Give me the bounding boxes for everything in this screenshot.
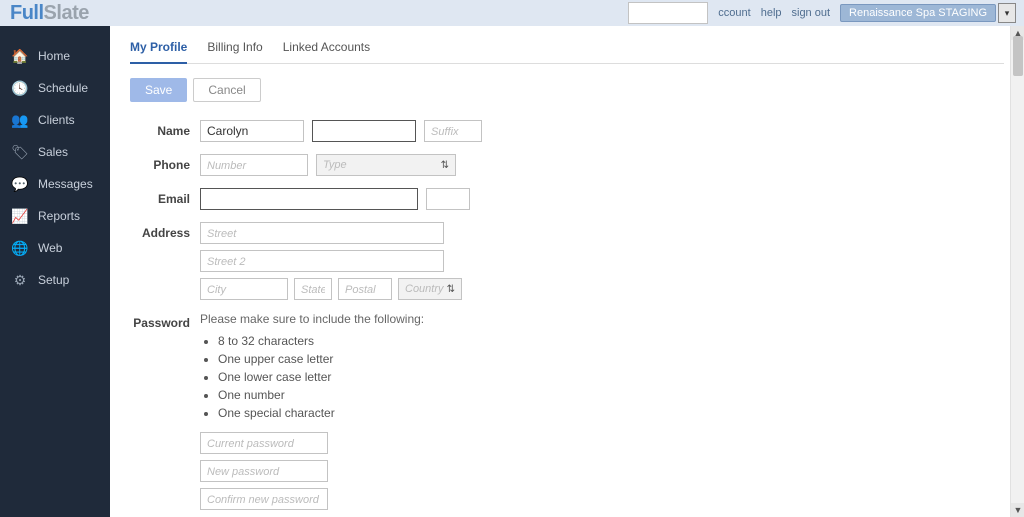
street2-input[interactable] bbox=[200, 250, 444, 272]
sidebar-item-label: Web bbox=[38, 241, 62, 255]
label-address: Address bbox=[130, 226, 190, 240]
sidebar-item-label: Clients bbox=[38, 113, 75, 127]
users-icon: 👥 bbox=[12, 112, 28, 128]
sidebar-item-home[interactable]: 🏠 Home bbox=[0, 40, 110, 72]
chevron-updown-icon: ⇅ bbox=[447, 284, 455, 295]
signout-link[interactable]: sign out bbox=[792, 7, 831, 19]
phone-number-input[interactable] bbox=[200, 154, 308, 176]
label-email: Email bbox=[130, 192, 190, 206]
gear-icon: ⚙ bbox=[12, 272, 28, 288]
phone-type-placeholder: Type bbox=[323, 159, 347, 171]
tabs: My Profile Billing Info Linked Accounts bbox=[130, 36, 1004, 64]
scroll-down-arrow-icon[interactable]: ▼ bbox=[1011, 503, 1024, 517]
password-rule: One upper case letter bbox=[218, 350, 424, 368]
sidebar-item-label: Home bbox=[38, 49, 70, 63]
row-phone: Phone Type ⇅ bbox=[130, 154, 1004, 176]
sidebar-item-label: Schedule bbox=[38, 81, 88, 95]
fields-email bbox=[200, 188, 470, 210]
button-row: Save Cancel bbox=[130, 78, 1004, 102]
password-rule: One special character bbox=[218, 404, 424, 422]
first-name-input[interactable] bbox=[200, 120, 304, 142]
logo-part-a: Full bbox=[10, 2, 44, 24]
confirm-password-input[interactable] bbox=[200, 488, 328, 510]
country-placeholder: Country bbox=[405, 283, 444, 295]
email-input[interactable] bbox=[200, 188, 418, 210]
tab-billing-info[interactable]: Billing Info bbox=[207, 36, 262, 63]
sidebar-item-setup[interactable]: ⚙ Setup bbox=[0, 264, 110, 296]
main-inner: My Profile Billing Info Linked Accounts … bbox=[110, 26, 1024, 517]
cancel-button[interactable]: Cancel bbox=[193, 78, 260, 102]
main: My Profile Billing Info Linked Accounts … bbox=[110, 26, 1024, 517]
tenant-button[interactable]: Renaissance Spa STAGING bbox=[840, 4, 996, 22]
row-email: Email bbox=[130, 188, 1004, 210]
tenant-switcher: Renaissance Spa STAGING ▾ bbox=[840, 3, 1016, 23]
home-icon: 🏠 bbox=[12, 48, 28, 64]
suffix-input[interactable] bbox=[424, 120, 482, 142]
scroll-thumb[interactable] bbox=[1013, 36, 1023, 76]
state-input[interactable] bbox=[294, 278, 332, 300]
sidebar-item-label: Reports bbox=[38, 209, 80, 223]
clock-icon: 🕓 bbox=[12, 80, 28, 96]
postal-input[interactable] bbox=[338, 278, 392, 300]
label-name: Name bbox=[130, 124, 190, 138]
logo: FullSlate bbox=[10, 2, 89, 25]
sidebar-item-label: Sales bbox=[38, 145, 68, 159]
password-help-text: Please make sure to include the followin… bbox=[200, 312, 424, 326]
sidebar-item-label: Setup bbox=[38, 273, 69, 287]
sidebar-item-schedule[interactable]: 🕓 Schedule bbox=[0, 72, 110, 104]
new-password-input[interactable] bbox=[200, 460, 328, 482]
password-rule: One number bbox=[218, 386, 424, 404]
street1-input[interactable] bbox=[200, 222, 444, 244]
password-fields bbox=[200, 432, 424, 510]
chat-icon: 💬 bbox=[12, 176, 28, 192]
sidebar-item-label: Messages bbox=[38, 177, 93, 191]
sidebar-item-messages[interactable]: 💬 Messages bbox=[0, 168, 110, 200]
sidebar: 🏠 Home 🕓 Schedule 👥 Clients 🏷 Sales 💬 Me… bbox=[0, 26, 110, 517]
fields-address: Country ⇅ bbox=[200, 222, 462, 300]
tab-linked-accounts[interactable]: Linked Accounts bbox=[283, 36, 370, 63]
label-phone: Phone bbox=[130, 158, 190, 172]
sidebar-item-reports[interactable]: 📈 Reports bbox=[0, 200, 110, 232]
fields-password: Please make sure to include the followin… bbox=[200, 312, 424, 510]
topbar-right: ccount help sign out Renaissance Spa STA… bbox=[628, 2, 1016, 24]
label-password: Password bbox=[130, 316, 190, 330]
password-rule: 8 to 32 characters bbox=[218, 332, 424, 350]
tab-my-profile[interactable]: My Profile bbox=[130, 36, 187, 64]
account-input[interactable] bbox=[628, 2, 708, 24]
password-rule: One lower case letter bbox=[218, 368, 424, 386]
password-rules-list: 8 to 32 characters One upper case letter… bbox=[218, 332, 424, 422]
help-link[interactable]: help bbox=[761, 7, 782, 19]
account-label-suffix: ccount bbox=[718, 7, 750, 19]
sidebar-item-clients[interactable]: 👥 Clients bbox=[0, 104, 110, 136]
fields-phone: Type ⇅ bbox=[200, 154, 456, 176]
globe-icon: 🌐 bbox=[12, 240, 28, 256]
vertical-scrollbar[interactable]: ▲ ▼ bbox=[1010, 26, 1024, 517]
sidebar-item-sales[interactable]: 🏷 Sales bbox=[0, 136, 110, 168]
sidebar-item-web[interactable]: 🌐 Web bbox=[0, 232, 110, 264]
tenant-dropdown-caret[interactable]: ▾ bbox=[998, 3, 1016, 23]
topbar: FullSlate ccount help sign out Renaissan… bbox=[0, 0, 1024, 26]
tag-icon: 🏷 bbox=[12, 144, 28, 160]
phone-type-select[interactable]: Type ⇅ bbox=[316, 154, 456, 176]
shell: 🏠 Home 🕓 Schedule 👥 Clients 🏷 Sales 💬 Me… bbox=[0, 26, 1024, 517]
country-select[interactable]: Country ⇅ bbox=[398, 278, 462, 300]
address-row-city: Country ⇅ bbox=[200, 278, 462, 300]
logo-part-b: Slate bbox=[44, 2, 89, 24]
row-password: Password Please make sure to include the… bbox=[130, 312, 1004, 510]
fields-name bbox=[200, 120, 482, 142]
row-name: Name bbox=[130, 120, 1004, 142]
city-input[interactable] bbox=[200, 278, 288, 300]
save-button[interactable]: Save bbox=[130, 78, 187, 102]
chart-icon: 📈 bbox=[12, 208, 28, 224]
chevron-updown-icon: ⇅ bbox=[441, 160, 449, 171]
last-name-input[interactable] bbox=[312, 120, 416, 142]
email-ext-input[interactable] bbox=[426, 188, 470, 210]
row-address: Address Country ⇅ bbox=[130, 222, 1004, 300]
current-password-input[interactable] bbox=[200, 432, 328, 454]
